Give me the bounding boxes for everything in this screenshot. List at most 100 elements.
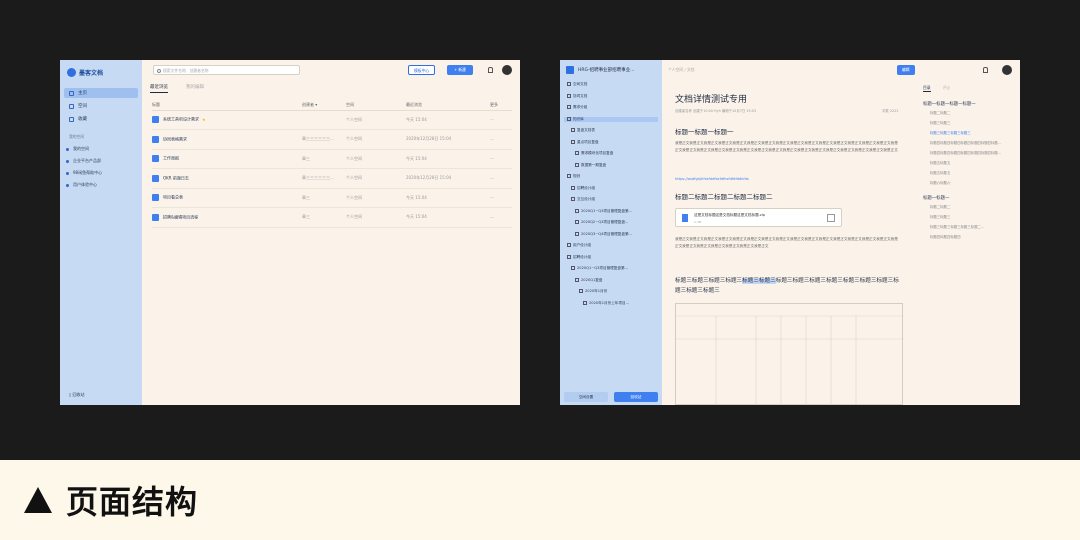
tree-item[interactable]: 需求模块化项目复盘 <box>564 151 613 156</box>
table-row[interactable]: 工作周报 章三 个人空间 今天 15:04 ··· <box>152 149 512 169</box>
toc-item[interactable]: 标题四标题四标题四标题四标题四标题四标题... <box>930 140 1001 145</box>
row-title[interactable]: OKR 前端日志 <box>152 168 302 189</box>
toc-item[interactable]: 标题五标题五 <box>930 170 950 175</box>
tree-item[interactable]: 空间文档 <box>564 82 587 87</box>
tree-item[interactable]: 重点项目复盘 <box>564 139 599 145</box>
tree-label: 2020Q3~Q4项目管理复盘第... <box>581 231 632 236</box>
paragraph: 我是正文我是正文我是正文我是正文我是正文我是正文我是正文我是正文我是正文我是正文… <box>675 237 898 248</box>
tree-item[interactable]: 招聘设计组 <box>564 185 595 191</box>
row-space: 个人空间 <box>346 168 406 189</box>
table-block <box>675 303 904 405</box>
tree-item[interactable]: 2020年1月份上年项目... <box>564 300 630 306</box>
row-title[interactable]: 协同表格需求 <box>152 129 302 150</box>
table-row[interactable]: 项目看总表 章三 个人空间 今天 15:04 ··· <box>152 188 512 208</box>
toc-item[interactable]: 标题四标题四标题四标题四标题四标题四标题... <box>930 150 1001 155</box>
table-row[interactable]: OKR 前端日志 章三三三三三三... 个人空间 2020年12月28日 15:04 ·… <box>152 168 512 189</box>
nav-label: 主页 <box>78 91 87 96</box>
tree-item[interactable]: 交互设计组 <box>564 197 595 202</box>
doc-meta: 创建者名称 创建于10:00 Hyh 编辑于10月7日 15:03 <box>675 109 757 113</box>
toc-item[interactable]: 标题三标题三 <box>930 214 950 219</box>
workspace-name: HRG-招聘事业部招聘事业... <box>578 68 635 73</box>
heading-2: 标题二标题二标题二标题二标题二 <box>675 193 773 201</box>
more-icon[interactable]: ··· <box>490 207 512 228</box>
row-space: 个人空间 <box>346 207 406 228</box>
nav-space[interactable]: 空间 <box>64 101 138 111</box>
bell-icon[interactable] <box>983 67 988 73</box>
space-item[interactable]: 用户体验中心 <box>66 182 97 188</box>
space-label: 企业平台产品部 <box>73 158 101 163</box>
more-icon[interactable]: ··· <box>490 188 512 208</box>
space-item[interactable]: 98闲鱼帮助中心 <box>66 170 102 176</box>
tree-label: 用户设计组 <box>573 243 591 247</box>
toc-item[interactable]: 标题一标题一标题一标题一 <box>923 101 976 107</box>
toc-item[interactable]: 标题六标题六 <box>930 180 950 185</box>
nav-home[interactable]: 主页 <box>64 88 138 98</box>
edit-button[interactable]: 编辑 <box>897 65 915 75</box>
more-icon[interactable]: ··· <box>490 149 512 169</box>
toc-item[interactable]: 标题二标题二 <box>930 204 950 209</box>
folder-icon <box>575 231 579 236</box>
space-item[interactable]: 我的空间 <box>66 146 89 152</box>
tree-item[interactable]: 用户设计组 <box>564 243 591 248</box>
more-icon[interactable]: ··· <box>490 168 512 189</box>
more-icon[interactable]: ··· <box>490 129 512 150</box>
row-title[interactable]: 项目看总表 <box>152 188 302 208</box>
table-row[interactable]: 招聘&编辑项目流程 章三 个人空间 今天 15:04 ··· <box>152 207 512 228</box>
toc-item[interactable]: 标题四标题四标题四 <box>930 234 961 239</box>
new-button[interactable]: + 新建 <box>447 65 473 75</box>
tree-item[interactable]: 知识库 <box>564 116 658 122</box>
attachment-card[interactable]: 这是文档标题这是文档标题这是文档标题.zip 2.3M <box>675 208 842 227</box>
nav-favorites[interactable]: 收藏 <box>64 114 138 124</box>
row-time: 2020年12月28日 15:04 <box>406 129 490 150</box>
bell-icon[interactable] <box>488 67 493 73</box>
tree-item[interactable]: 规划 <box>564 174 580 179</box>
tree-item[interactable]: 2020Q1~Q3项目管理复盘第... <box>564 266 628 271</box>
toc-item[interactable]: 标题三标题三 <box>930 120 950 125</box>
tree-item[interactable]: 2020Q1~Q3项目管理复盘第... <box>564 208 632 214</box>
space-settings-button[interactable]: 空间设置 <box>564 392 608 402</box>
table-row[interactable]: 系统工具积设计需求 ★ 个人空间 今天 15:04 ··· <box>152 110 512 130</box>
col-creator[interactable]: 创建者 ▾ <box>302 100 346 111</box>
breadcrumb[interactable]: 个人空间 / 文档 <box>668 67 694 73</box>
download-icon[interactable] <box>827 214 835 222</box>
tree-item[interactable]: 数据第一期复盘 <box>564 162 606 168</box>
tab-toc[interactable]: 目录 <box>923 85 931 92</box>
row-title[interactable]: 工作周报 <box>152 149 302 169</box>
search-input[interactable]: 搜索文件名称、创建者名称 <box>153 65 300 75</box>
doc-link[interactable]: https://asdfghjhfskfddfskfdfksfdfdfddkfd… <box>675 177 749 181</box>
tree-item[interactable]: 2020Q3~Q4项目管理复盘第... <box>564 231 632 237</box>
file-icon <box>682 214 688 222</box>
tree-item[interactable]: 协同文档 <box>564 93 587 99</box>
more-icon[interactable]: ··· <box>490 110 512 130</box>
toc-item[interactable]: 标题三标题三标题三标题三标题二... <box>930 224 984 229</box>
search-icon <box>157 68 161 73</box>
toc-item[interactable]: 标题三标题三标题三标题三 <box>930 130 971 135</box>
avatar[interactable] <box>1002 65 1012 75</box>
doc-icon <box>152 194 159 202</box>
avatar[interactable] <box>502 65 512 75</box>
row-title[interactable]: 系统工具积设计需求 ★ <box>152 110 302 130</box>
tree-item[interactable]: 需求分组 <box>564 105 587 110</box>
space-item[interactable]: 企业平台产品部 <box>66 158 101 164</box>
trash-link[interactable]: ▯ 回收站 <box>69 392 84 398</box>
star-icon[interactable]: ★ <box>202 117 206 122</box>
tree-label: 2020年1月份上年项目... <box>589 300 630 305</box>
paragraph: 我是正文我是正文我是正文我是正文我是正文我是正文我是正文我是正文我是正文我是正文… <box>675 141 898 152</box>
toc-item[interactable]: 标题二标题二 <box>930 110 950 115</box>
row-title[interactable]: 招聘&编辑项目流程 <box>152 207 302 228</box>
tree-item[interactable]: 复盘文档表 <box>564 128 595 133</box>
table-row[interactable]: 协同表格需求 章三三三三三三... 个人空间 2020年12月28日 15:04 ··· <box>152 129 512 150</box>
row-creator: 章三三三三三三... <box>302 129 346 150</box>
tab-comments[interactable]: 评论 <box>943 85 951 92</box>
trash-button[interactable]: 回收站 <box>614 392 658 402</box>
tab-recent[interactable]: 最近浏览 <box>150 84 168 93</box>
template-center-button[interactable]: 模板中心 <box>408 65 436 75</box>
tree-item[interactable]: 2020Q2~Q3项目管理复盘... <box>564 220 628 225</box>
toc-item[interactable]: 标题一标题一 <box>923 195 949 201</box>
tab-edited[interactable]: 我的编辑 <box>186 84 204 93</box>
toc-item[interactable]: 标题五标题五 <box>930 160 950 165</box>
tree-item[interactable]: 招聘设计组 <box>564 254 591 260</box>
tree-item[interactable]: 2020Q1复盘 <box>564 277 602 283</box>
tree-item[interactable]: 2020年1月份 <box>564 289 607 294</box>
workspace-title[interactable]: HRG-招聘事业部招聘事业... <box>566 66 634 74</box>
